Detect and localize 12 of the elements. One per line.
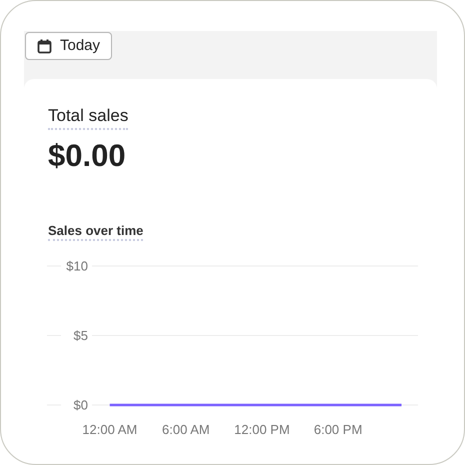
x-axis-label: 6:00 AM: [162, 422, 210, 437]
calendar-icon: [37, 38, 52, 54]
x-axis-label: 12:00 PM: [234, 422, 290, 437]
chart-title: Sales over time: [48, 223, 144, 241]
x-axis-label: 12:00 AM: [82, 422, 138, 437]
today-button[interactable]: Today: [25, 32, 112, 60]
y-axis-label: $10: [66, 258, 88, 274]
x-axis-label: 6:00 PM: [314, 422, 362, 437]
y-axis-label: $0: [74, 398, 88, 412]
total-sales-value: $0.00: [48, 138, 127, 174]
y-axis-label: $5: [74, 328, 88, 343]
total-sales-label: Total sales: [48, 106, 128, 130]
